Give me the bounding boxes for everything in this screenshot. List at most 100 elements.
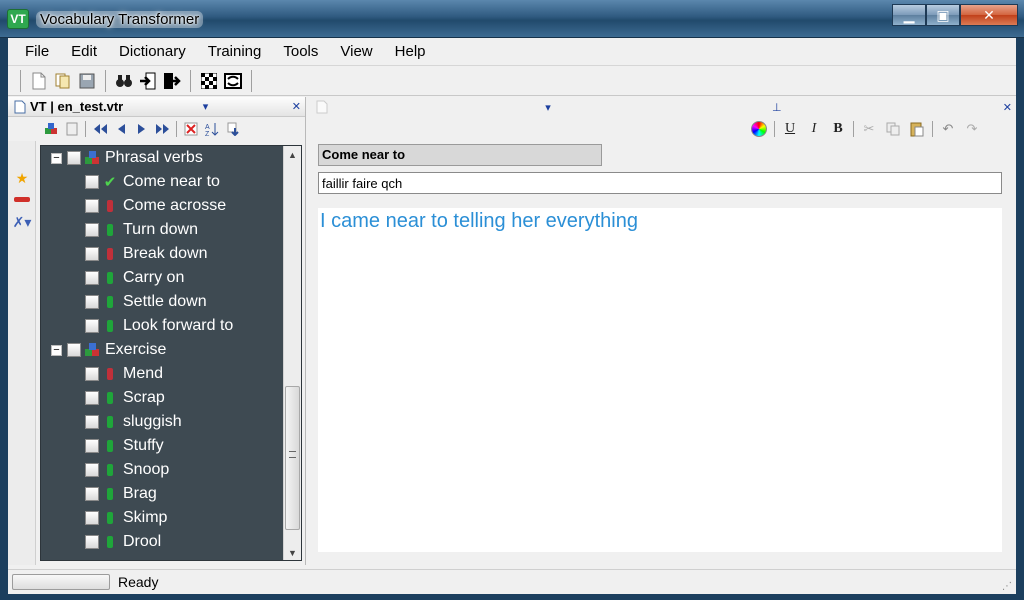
close-button[interactable]: ✕ [960,4,1018,26]
italic-icon[interactable]: I [803,118,825,140]
last-icon[interactable] [153,118,172,140]
item-label: Look forward to [123,317,234,334]
menu-tools[interactable]: Tools [272,43,329,60]
menu-edit[interactable]: Edit [60,43,108,60]
group-checkbox[interactable] [67,151,81,165]
item-checkbox[interactable] [85,463,99,477]
item-checkbox[interactable] [85,223,99,237]
tree-item[interactable]: Look forward to [41,314,283,338]
tree-item[interactable]: ✔ Come near to [41,170,283,194]
tree-item[interactable]: Drool [41,530,283,554]
test-icon[interactable] [222,70,244,92]
item-checkbox[interactable] [85,487,99,501]
minimize-button[interactable]: ▁ [892,4,926,26]
open-icon[interactable] [52,70,74,92]
menu-file[interactable]: File [14,43,60,60]
toolbar-separator [85,121,86,137]
sort-icon[interactable]: AZ [202,118,221,140]
scroll-down-icon[interactable]: ▼ [284,544,301,560]
group-label: Exercise [105,341,167,358]
menu-training[interactable]: Training [197,43,273,60]
item-checkbox[interactable] [85,415,99,429]
panel-close-icon[interactable]: ✕ [288,100,305,113]
tree-list: − Phrasal verbs ✔ Come near to Come acrosse T… [41,146,283,560]
tree-item[interactable]: Brag [41,482,283,506]
cut-icon[interactable]: ✂ [858,118,880,140]
dictionary-panel: VT | en_test.vtr ▾ ✕ A Z ★ ✗▾ − Phrasal … [8,97,306,565]
tree-item[interactable]: Settle down [41,290,283,314]
next-icon[interactable] [132,118,151,140]
undo-icon[interactable]: ↶ [937,118,959,140]
tree-item[interactable]: Mend [41,362,283,386]
tree-item[interactable]: Stuffy [41,434,283,458]
scroll-thumb[interactable] [285,386,300,530]
bold-icon[interactable]: B [827,118,849,140]
binoculars-icon[interactable] [113,70,135,92]
window-controls: ▁ ▣ ✕ [892,4,1018,26]
item-checkbox[interactable] [85,199,99,213]
example-editor[interactable]: I came near to telling her everything [318,208,1002,552]
learned-icon [103,318,117,334]
scroll-up-icon[interactable]: ▲ [284,146,301,164]
item-checkbox[interactable] [85,247,99,261]
paste-icon[interactable] [906,118,928,140]
menu-view[interactable]: View [329,43,383,60]
star-icon[interactable]: ★ [8,167,36,189]
item-checkbox[interactable] [85,367,99,381]
word-field[interactable]: Come near to [318,144,602,166]
tree-item[interactable]: sluggish [41,410,283,434]
color-picker-icon[interactable] [748,118,770,140]
figure-icon[interactable]: ✗▾ [8,211,36,233]
item-label: Stuffy [123,437,164,454]
item-checkbox[interactable] [85,535,99,549]
previous-icon[interactable] [111,118,130,140]
new-file-icon[interactable] [28,70,50,92]
import-icon[interactable] [137,70,159,92]
pin-icon[interactable]: ⊥ [768,101,786,114]
item-checkbox[interactable] [85,439,99,453]
collapse-icon[interactable]: − [51,152,62,164]
underline-icon[interactable]: U [779,118,801,140]
save-icon[interactable] [76,70,98,92]
move-down-icon[interactable] [223,118,242,140]
tree-item[interactable]: Scrap [41,386,283,410]
editor-close-icon[interactable]: ✕ [999,101,1016,114]
learned-icon [103,222,117,238]
editor-menu-icon[interactable]: ▾ [541,101,555,114]
toolbar-separator [20,69,21,92]
minus-icon[interactable] [8,189,36,211]
item-checkbox[interactable] [85,175,99,189]
menu-dictionary[interactable]: Dictionary [108,43,197,60]
tree-item[interactable]: Skimp [41,506,283,530]
item-checkbox[interactable] [85,511,99,525]
first-icon[interactable] [90,118,109,140]
redo-icon[interactable]: ↷ [961,118,983,140]
tree-group[interactable]: − Exercise [41,338,283,362]
tree-item[interactable]: Come acrosse [41,194,283,218]
group-checkbox[interactable] [67,343,81,357]
checker-icon[interactable] [198,70,220,92]
collapse-icon[interactable]: − [51,344,62,356]
add-group-icon[interactable] [41,118,60,140]
item-checkbox[interactable] [85,391,99,405]
delete-icon[interactable] [181,118,200,140]
tree-item[interactable]: Break down [41,242,283,266]
tree-scrollbar[interactable]: ▲ ▼ [283,146,301,560]
app-logo-icon: VT [7,9,29,29]
maximize-button[interactable]: ▣ [926,4,960,26]
tree-item[interactable]: Snoop [41,458,283,482]
resize-grip-icon[interactable]: ⋰ [1002,581,1012,592]
learned-icon [103,414,117,430]
export-icon[interactable] [161,70,183,92]
document-list-icon[interactable] [62,118,81,140]
item-checkbox[interactable] [85,295,99,309]
item-checkbox[interactable] [85,319,99,333]
tree-item[interactable]: Turn down [41,218,283,242]
menu-help[interactable]: Help [384,43,437,60]
item-checkbox[interactable] [85,271,99,285]
tree-item[interactable]: Carry on [41,266,283,290]
tree-group[interactable]: − Phrasal verbs [41,146,283,170]
translation-input[interactable] [318,172,1002,194]
copy-icon[interactable] [882,118,904,140]
panel-menu-icon[interactable]: ▾ [199,100,213,113]
